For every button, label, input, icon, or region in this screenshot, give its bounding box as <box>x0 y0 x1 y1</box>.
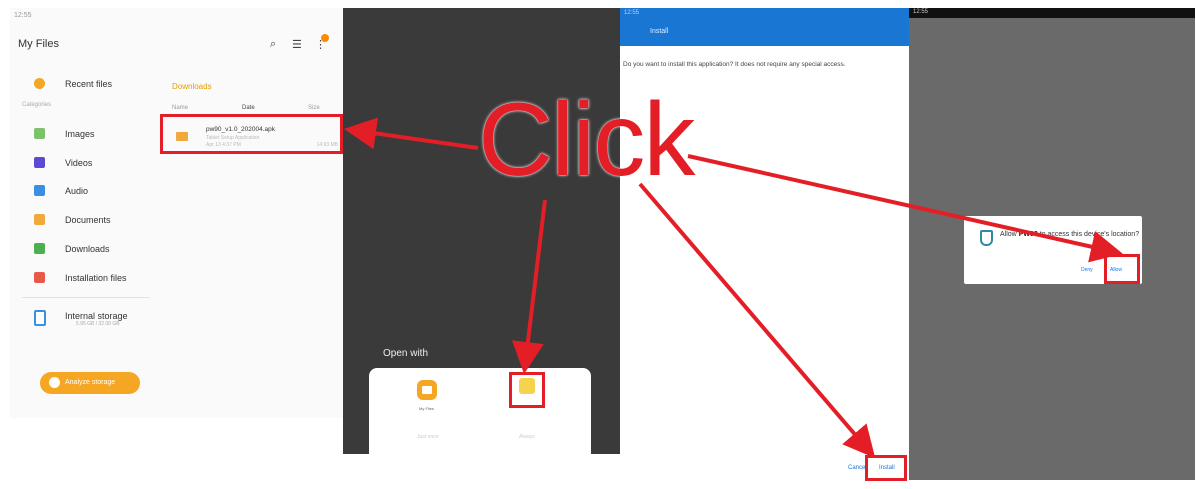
sidebar-item-label: Audio <box>65 186 89 196</box>
notification-badge <box>321 34 329 42</box>
permission-screen: 12:55 Allow PW90 to access this device's… <box>909 8 1195 480</box>
search-icon[interactable]: ⌕ <box>270 38 276 51</box>
analyze-storage-button[interactable]: Analyze storage <box>40 372 140 394</box>
app-label: My Files <box>419 406 434 411</box>
sidebar-item-audio[interactable]: Audio <box>10 181 158 205</box>
download-icon <box>34 243 45 254</box>
click-annotation: Click <box>478 82 695 198</box>
highlight-install-button <box>865 455 907 481</box>
cancel-button[interactable]: Cancel <box>848 465 867 471</box>
sidebar-item-installation-files[interactable]: Installation files <box>10 268 158 292</box>
sidebar-item-label: Internal storage <box>65 311 128 321</box>
permission-prefix: Allow <box>1000 231 1017 238</box>
installer-screen: 12:55 Install Do you want to install thi… <box>620 8 910 480</box>
list-view-icon[interactable]: ☰ <box>292 38 302 51</box>
clock-icon <box>34 78 45 89</box>
sidebar-item-downloads[interactable]: Downloads <box>10 239 158 263</box>
categories-label: Categories <box>22 102 52 108</box>
video-icon <box>34 157 45 168</box>
install-message: Do you want to install this application?… <box>623 61 846 68</box>
status-time: 12:55 <box>624 10 640 16</box>
just-once-button[interactable]: Just once <box>417 434 438 440</box>
page-title: My Files <box>18 38 59 50</box>
image-icon <box>34 128 45 139</box>
permission-text: Allow PW90 to access this device's locat… <box>1000 230 1140 239</box>
apk-icon <box>34 272 45 283</box>
sidebar-item-documents[interactable]: Documents <box>10 210 158 234</box>
my-files-screen: 12:55 My Files ⌕ ☰ ⋮ Recent files Catego… <box>10 8 345 418</box>
deny-button[interactable]: Deny <box>1081 267 1093 273</box>
storage-usage: 5.95 GB / 32.00 GB <box>76 321 120 327</box>
column-header-size[interactable]: Size <box>308 105 320 111</box>
sidebar-item-label: Documents <box>65 215 111 225</box>
open-with-sheet: My Files Just once Always <box>369 368 591 454</box>
open-with-screen: Open with My Files Just once Always <box>343 8 620 454</box>
column-header-name[interactable]: Name <box>172 105 188 111</box>
phone-storage-icon <box>34 310 46 326</box>
location-shield-icon <box>980 230 993 246</box>
sidebar-item-label: Downloads <box>65 244 110 254</box>
always-button[interactable]: Always <box>519 434 535 440</box>
sidebar-item-images[interactable]: Images <box>10 124 158 148</box>
sidebar-item-recent[interactable]: Recent files <box>10 74 158 98</box>
highlight-installer-icon <box>509 372 545 408</box>
column-header-date[interactable]: Date <box>242 105 255 111</box>
open-with-title: Open with <box>383 348 429 359</box>
status-bar: 12:55 <box>10 8 345 24</box>
status-time: 12:55 <box>14 12 32 19</box>
highlight-allow-button <box>1104 254 1140 284</box>
music-note-icon <box>34 185 45 196</box>
breadcrumb[interactable]: Downloads <box>172 82 212 91</box>
status-time: 12:55 <box>913 9 929 15</box>
sidebar-item-label: Images <box>65 129 95 139</box>
sidebar-item-videos[interactable]: Videos <box>10 153 158 177</box>
document-icon <box>34 214 45 225</box>
sidebar-item-label: Recent files <box>65 79 113 89</box>
divider <box>22 297 150 298</box>
my-files-app-icon[interactable] <box>417 380 437 400</box>
analyze-icon <box>49 377 60 388</box>
highlight-apk-file <box>160 114 343 154</box>
app-bar: 12:55 Install <box>620 8 910 46</box>
permission-app-name: PW90 <box>1018 231 1038 238</box>
sidebar-item-label: Videos <box>65 158 93 168</box>
status-bar: 12:55 <box>909 8 1195 18</box>
app-title: Install <box>650 28 669 35</box>
permission-suffix: to access this device's location? <box>1039 231 1140 238</box>
button-label: Analyze storage <box>65 379 116 386</box>
sidebar: Recent files Categories Images Videos Au… <box>10 68 158 398</box>
sidebar-item-label: Installation files <box>65 273 127 283</box>
